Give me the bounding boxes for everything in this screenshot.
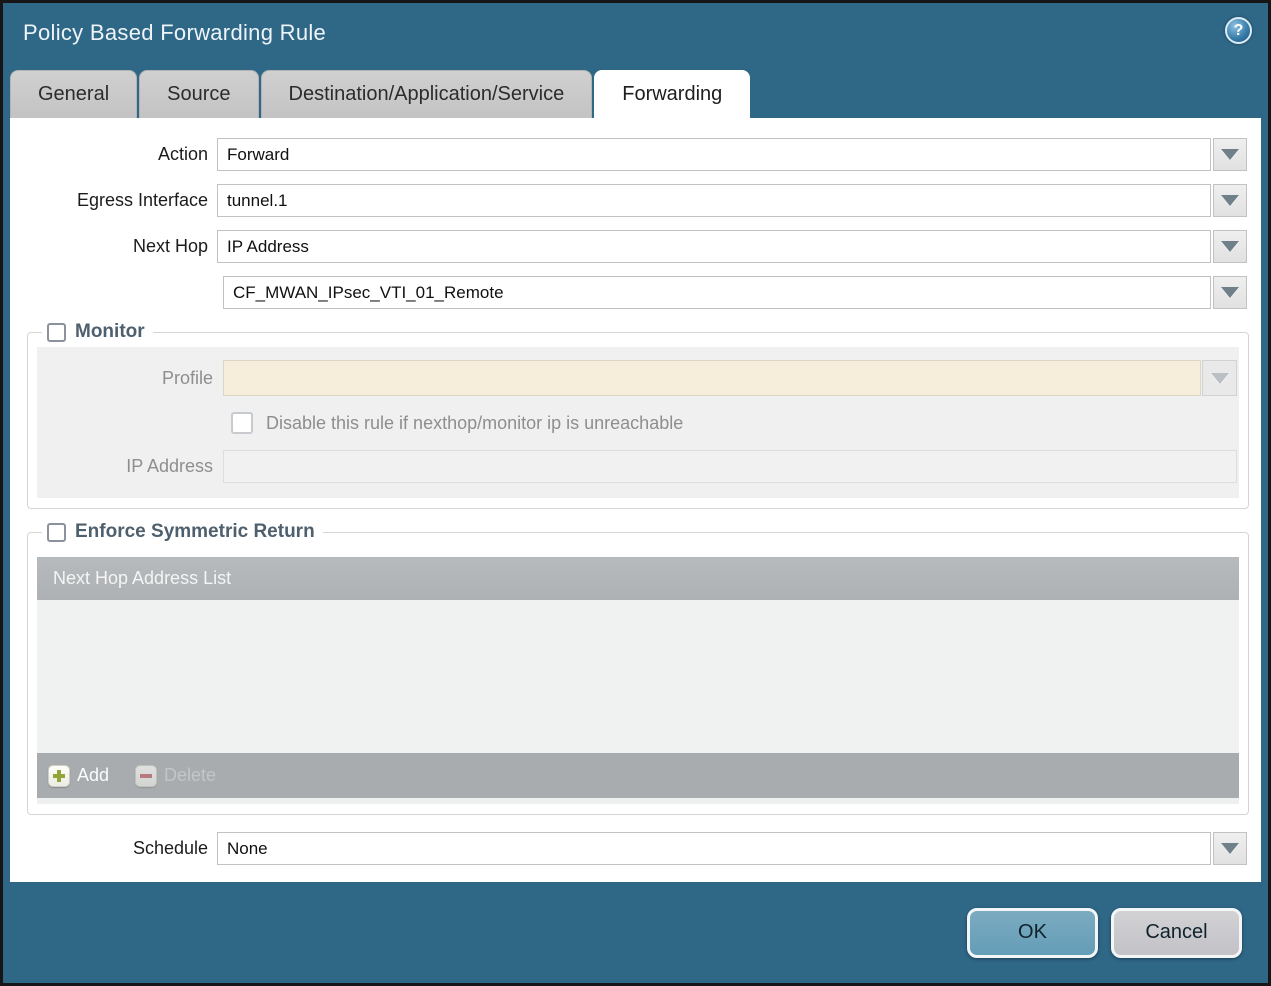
disable-rule-checkbox xyxy=(231,412,253,434)
schedule-row: Schedule None xyxy=(10,832,1247,865)
profile-label: Profile xyxy=(161,367,213,388)
egress-interface-dropdown-button[interactable] xyxy=(1213,184,1247,217)
disable-rule-row: Disable this rule if nexthop/monitor ip … xyxy=(231,412,1237,434)
egress-interface-label: Egress Interface xyxy=(76,190,208,210)
monitor-fieldset: Monitor Profile Disable this rule if nex… xyxy=(27,321,1249,509)
symmetric-return-fieldset: Enforce Symmetric Return Next Hop Addres… xyxy=(27,521,1249,815)
next-hop-address-label-spacer xyxy=(10,276,217,309)
delete-button: Delete xyxy=(135,764,217,787)
monitor-legend-label: Monitor xyxy=(75,321,145,342)
next-hop-row: Next Hop IP Address xyxy=(10,230,1247,263)
add-button[interactable]: Add xyxy=(48,764,110,787)
help-icon[interactable]: ? xyxy=(1225,17,1252,44)
chevron-down-icon xyxy=(1221,843,1239,854)
delete-icon xyxy=(135,764,158,787)
tab-source[interactable]: Source xyxy=(139,70,259,118)
egress-interface-select[interactable]: tunnel.1 xyxy=(217,184,1211,217)
table-body[interactable] xyxy=(37,600,1239,753)
profile-row: Profile xyxy=(37,360,1237,396)
dialog-title: Policy Based Forwarding Rule xyxy=(23,20,327,45)
action-select[interactable]: Forward xyxy=(217,138,1211,171)
egress-interface-row: Egress Interface tunnel.1 xyxy=(10,184,1247,217)
next-hop-label: Next Hop xyxy=(132,236,208,256)
monitor-panel: Profile Disable this rule if nexthop/mon… xyxy=(37,347,1239,498)
add-icon xyxy=(48,764,70,787)
chevron-down-icon xyxy=(1221,195,1239,206)
schedule-label: Schedule xyxy=(132,838,208,858)
disable-rule-label: Disable this rule if nexthop/monitor ip … xyxy=(266,412,684,433)
schedule-dropdown-button[interactable] xyxy=(1213,832,1247,865)
tab-forwarding[interactable]: Forwarding xyxy=(594,70,751,118)
monitor-checkbox[interactable] xyxy=(47,322,66,342)
symmetric-return-checkbox[interactable] xyxy=(47,522,66,542)
action-dropdown-button[interactable] xyxy=(1213,138,1247,171)
action-row: Action Forward xyxy=(10,138,1247,171)
chevron-down-icon xyxy=(1210,372,1229,384)
tab-general[interactable]: General xyxy=(10,70,138,118)
next-hop-type-select[interactable]: IP Address xyxy=(217,230,1211,263)
ok-button[interactable]: OK xyxy=(967,907,1098,958)
chevron-down-icon xyxy=(1221,241,1239,252)
monitor-ip-row: IP Address xyxy=(37,450,1237,483)
monitor-ip-label: IP Address xyxy=(126,456,213,476)
symmetric-return-legend-label: Enforce Symmetric Return xyxy=(75,521,315,542)
chevron-down-icon xyxy=(1221,149,1239,160)
add-button-label: Add xyxy=(77,765,110,785)
cancel-button[interactable]: Cancel xyxy=(1111,907,1242,958)
next-hop-address-row: CF_MWAN_IPsec_VTI_01_Remote xyxy=(10,276,1247,309)
delete-button-label: Delete xyxy=(164,765,217,785)
dialog-footer: OK Cancel xyxy=(3,882,1268,983)
schedule-select[interactable]: None xyxy=(217,832,1211,865)
symmetric-return-legend: Enforce Symmetric Return xyxy=(42,521,323,543)
monitor-legend: Monitor xyxy=(42,321,153,343)
next-hop-address-select[interactable]: CF_MWAN_IPsec_VTI_01_Remote xyxy=(223,276,1211,309)
profile-select xyxy=(223,360,1201,396)
action-label: Action xyxy=(157,144,208,164)
table-header: Next Hop Address List xyxy=(37,557,1239,600)
tab-bar: General Source Destination/Application/S… xyxy=(10,70,751,118)
table-bottom-strip xyxy=(37,798,1239,804)
profile-dropdown-button xyxy=(1202,360,1237,396)
table-footer: Add Delete xyxy=(37,753,1239,798)
help-glyph: ? xyxy=(1233,21,1244,39)
chevron-down-icon xyxy=(1221,287,1239,298)
next-hop-address-list-table: Next Hop Address List Add Delete xyxy=(37,557,1239,804)
tab-destination-application-service[interactable]: Destination/Application/Service xyxy=(260,70,593,118)
monitor-ip-input xyxy=(223,450,1237,483)
table-header-label: Next Hop Address List xyxy=(53,568,232,588)
forwarding-tab-panel: Action Forward Egress Interface tunnel.1… xyxy=(10,118,1261,882)
next-hop-type-dropdown-button[interactable] xyxy=(1213,230,1247,263)
policy-forwarding-dialog: Policy Based Forwarding Rule ? General S… xyxy=(0,0,1271,986)
next-hop-address-dropdown-button[interactable] xyxy=(1213,276,1247,309)
